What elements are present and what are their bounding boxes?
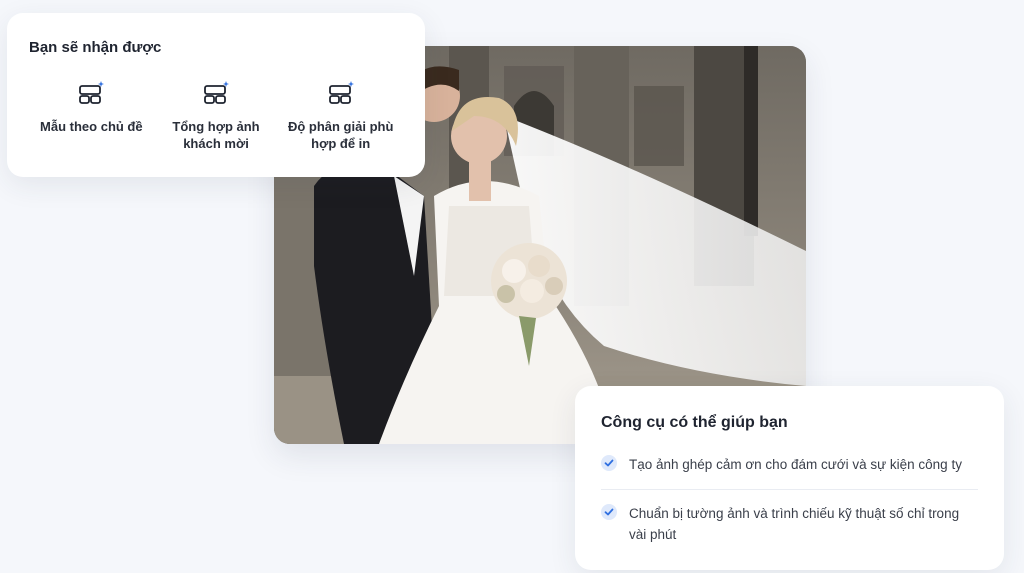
tool-item-thank-you-collage: Tạo ảnh ghép cảm ơn cho đám cưới và sự k… (601, 454, 978, 475)
tool-item-photo-wall-slideshow: Chuẩn bị tường ảnh và trình chiếu kỹ thu… (601, 503, 978, 545)
feature-item-themed-templates: Mẫu theo chủ đề (29, 80, 154, 152)
tools-card: Công cụ có thể giúp bạn Tạo ảnh ghép cảm… (575, 386, 1004, 570)
feature-item-print-resolution: Độ phân giải phù hợp để in (278, 80, 403, 152)
divider (601, 489, 978, 490)
features-title: Bạn sẽ nhận được (29, 39, 162, 56)
layout-sparkle-icon (204, 81, 229, 104)
layout-sparkle-icon (79, 81, 105, 104)
feature-label: Độ phân giải phù hợp để in (287, 119, 394, 151)
tools-title: Công cụ có thể giúp bạn (601, 414, 788, 431)
tool-text: Chuẩn bị tường ảnh và trình chiếu kỹ thu… (629, 506, 960, 542)
check-icon (601, 455, 617, 471)
feature-item-guest-photo-collection: Tổng hợp ảnh khách mời (154, 80, 279, 152)
layout-sparkle-icon (328, 81, 354, 104)
check-icon (601, 504, 617, 520)
feature-label: Mẫu theo chủ đề (40, 119, 143, 134)
features-card: Bạn sẽ nhận được Mẫu theo chủ đề Tổng hợ… (7, 13, 425, 177)
features-list: Mẫu theo chủ đề Tổng hợp ảnh khách mời Đ… (29, 80, 403, 152)
feature-label: Tổng hợp ảnh khách mời (172, 119, 260, 151)
tool-text: Tạo ảnh ghép cảm ơn cho đám cưới và sự k… (629, 457, 962, 472)
